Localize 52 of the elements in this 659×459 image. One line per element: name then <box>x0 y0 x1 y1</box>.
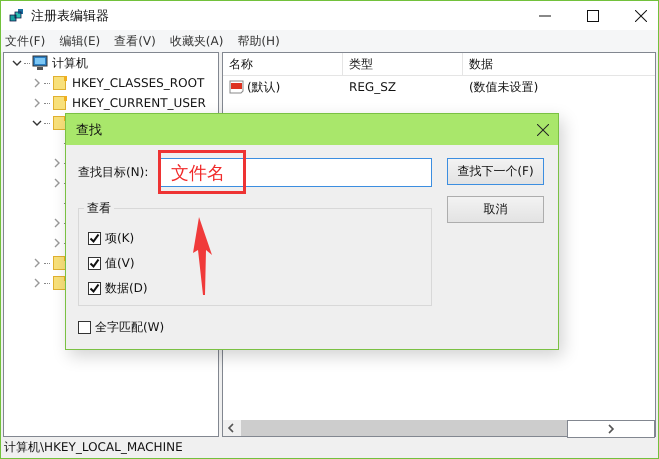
checkbox-label: 项(K) <box>105 230 134 247</box>
menu-item[interactable]: 收藏夹(A) <box>170 32 224 50</box>
chevron-right-icon[interactable] <box>52 178 62 188</box>
chevron-right-icon[interactable] <box>52 218 62 228</box>
column-header[interactable]: 数据 <box>463 53 655 75</box>
chevron-right-icon[interactable] <box>32 98 42 108</box>
checkbox-label: 全字匹配(W) <box>95 319 164 336</box>
chevron-down-icon[interactable] <box>12 58 22 68</box>
menu-item[interactable]: 帮助(H) <box>237 32 280 50</box>
chevron-down-icon[interactable] <box>32 118 42 128</box>
tree-item[interactable]: 计算机 <box>52 54 88 72</box>
table-cell-text: REG_SZ <box>348 79 398 96</box>
field-label: 查找目标(N): <box>78 164 150 181</box>
window-title: 注册表编辑器 <box>31 8 109 24</box>
folder-icon <box>52 75 68 91</box>
folder-icon <box>52 255 68 271</box>
close-icon[interactable] <box>635 10 647 22</box>
folder-icon <box>52 275 68 291</box>
checkbox-label: 值(V) <box>105 255 135 272</box>
cancel-button[interactable]: 取消 <box>447 196 544 223</box>
maximize-icon[interactable] <box>587 10 599 22</box>
chevron-right-icon[interactable] <box>32 278 42 288</box>
column-header[interactable]: 类型 <box>343 53 463 75</box>
chevron-right-icon[interactable] <box>32 78 42 88</box>
folder-icon <box>52 115 68 131</box>
tree-item[interactable]: HKEY_CURRENT_USER <box>72 96 206 110</box>
computer-icon <box>32 55 48 71</box>
checkbox[interactable] <box>88 282 101 295</box>
folder-icon <box>52 95 68 111</box>
scroll-right-icon[interactable] <box>567 420 655 438</box>
string-value-icon <box>229 79 245 95</box>
chevron-right-icon[interactable] <box>52 238 62 248</box>
checkbox[interactable] <box>88 257 101 270</box>
chevron-right-icon[interactable] <box>32 258 42 268</box>
status-path: 计算机\HKEY_LOCAL_MACHINE <box>4 439 183 456</box>
registry-cubes-icon <box>9 8 25 24</box>
table-cell-text: (数值未设置) <box>468 78 540 96</box>
chevron-right-icon[interactable] <box>52 158 62 168</box>
find-next-button[interactable]: 查找下一个(F) <box>447 158 544 185</box>
checkbox[interactable] <box>88 232 101 245</box>
menu-item[interactable]: 文件(F) <box>5 32 46 50</box>
column-header[interactable]: 名称 <box>223 53 343 75</box>
tree-item[interactable]: HKEY_CLASSES_ROOT <box>72 76 204 90</box>
dialog-title: 查找 <box>76 122 102 138</box>
checkbox[interactable] <box>78 321 91 334</box>
checkbox-label: 数据(D) <box>105 280 148 297</box>
close-icon[interactable] <box>537 124 549 136</box>
menu-item[interactable]: 编辑(E) <box>59 32 100 50</box>
menu-item[interactable]: 查看(V) <box>114 32 156 50</box>
table-cell: (默认) <box>247 78 280 96</box>
horizontal-scrollbar[interactable] <box>223 420 655 436</box>
search-field[interactable]: 文件名 <box>160 158 432 187</box>
